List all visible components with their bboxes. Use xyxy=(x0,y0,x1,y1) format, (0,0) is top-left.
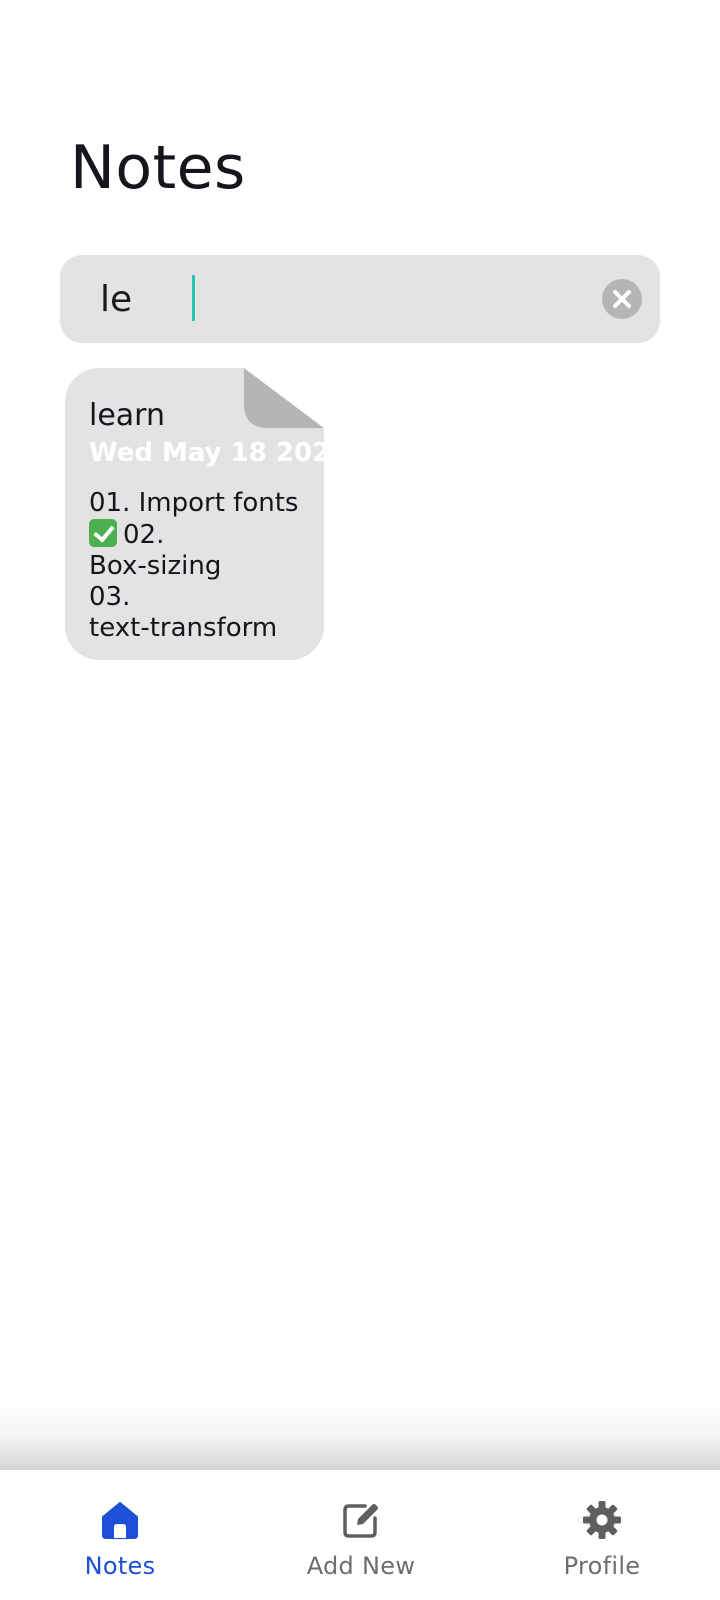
note-card[interactable]: learn Wed May 18 2022 01. Import fonts 0… xyxy=(65,368,324,660)
nav-label: Notes xyxy=(84,1552,156,1580)
note-title: learn xyxy=(89,398,165,433)
page-fold-icon xyxy=(244,368,324,428)
note-line: Box-sizing xyxy=(89,551,222,581)
nav-shadow xyxy=(0,1400,720,1470)
nav-item-notes[interactable]: Notes xyxy=(20,1470,220,1600)
note-body: 01. Import fonts 02. Box-sizing 03. text… xyxy=(89,488,316,644)
search-bar xyxy=(60,255,660,343)
nav-label: Add New xyxy=(306,1552,416,1580)
checkmark-icon xyxy=(89,519,117,547)
note-line: 01. Import fonts xyxy=(89,488,299,518)
note-line: text-transform xyxy=(89,613,278,643)
close-icon xyxy=(613,290,631,308)
search-input[interactable] xyxy=(100,255,580,343)
nav-item-profile[interactable]: Profile xyxy=(502,1470,702,1600)
gear-icon xyxy=(583,1501,621,1539)
note-date: Wed May 18 2022 xyxy=(89,438,324,468)
note-line: 03. xyxy=(89,582,131,612)
note-line-text: 02. xyxy=(123,520,165,550)
note-line-checked: 02. xyxy=(89,519,316,551)
nav-item-add-new[interactable]: Add New xyxy=(261,1470,461,1600)
text-caret xyxy=(192,275,195,321)
page-title: Notes xyxy=(70,133,246,203)
edit-square-icon xyxy=(343,1504,378,1538)
home-icon xyxy=(102,1502,138,1539)
clear-search-button[interactable] xyxy=(602,279,642,319)
bottom-nav: Notes Add New Profile xyxy=(0,1470,720,1600)
nav-label: Profile xyxy=(563,1552,641,1580)
